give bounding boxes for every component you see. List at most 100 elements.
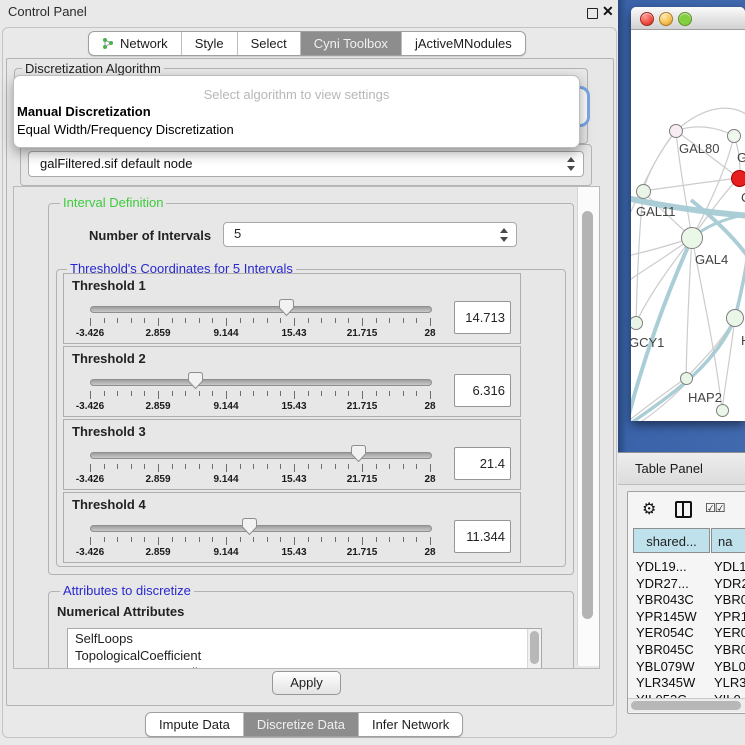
network-node-hap2[interactable]	[680, 372, 693, 385]
tab-discretize-data[interactable]: Discretize Data	[243, 713, 358, 736]
scrollbar-thumb[interactable]	[631, 701, 741, 710]
apply-button[interactable]: Apply	[272, 671, 341, 695]
table-row[interactable]: YBL079WYBL0	[628, 658, 745, 675]
tab-label: Style	[195, 32, 224, 55]
attributes-list-scrollbar[interactable]	[527, 629, 541, 669]
column-header-name[interactable]: na	[711, 528, 745, 553]
cell-shared-name: YBR045C	[636, 641, 694, 658]
table-row[interactable]: YBR043CYBR0	[628, 591, 745, 608]
network-edges	[631, 30, 745, 421]
settings-vertical-scrollbar[interactable]	[577, 187, 599, 666]
slider-thumb[interactable]	[188, 372, 203, 389]
list-item[interactable]: BetweennessCentrality	[75, 665, 208, 669]
tick-mark	[185, 464, 186, 469]
slider-track[interactable]	[90, 379, 432, 386]
network-view-window[interactable]: GAL80GACGAL11GAL4GCY1HHAP2	[631, 7, 745, 421]
table-row[interactable]: YER054CYER0	[628, 624, 745, 641]
settings-viewport: Interval Definition Number of Intervals …	[13, 186, 600, 669]
threshold-value-field[interactable]: 21.4	[454, 447, 511, 480]
network-node-gal80[interactable]	[669, 124, 683, 138]
tick-label: 2.859	[145, 328, 170, 339]
tab-infer-network[interactable]: Infer Network	[358, 713, 462, 736]
column-layout-icon[interactable]	[675, 501, 692, 518]
tab-cyni-toolbox[interactable]: Cyni Toolbox	[300, 32, 401, 55]
tick-mark	[416, 391, 417, 396]
slider-thumb[interactable]	[242, 518, 257, 535]
tick-mark	[389, 318, 390, 323]
list-item[interactable]: SelfLoops	[75, 631, 133, 647]
table-data-combobox[interactable]: galFiltered.sif default node	[28, 151, 584, 177]
slider-thumb[interactable]	[279, 299, 294, 316]
zoom-traffic-light-icon[interactable]	[678, 12, 692, 26]
network-canvas[interactable]: GAL80GACGAL11GAL4GCY1HHAP2	[631, 30, 745, 421]
tick-mark	[294, 537, 295, 545]
network-node-gal4[interactable]	[681, 227, 703, 249]
table-row[interactable]: YDL19...YDL1	[628, 558, 745, 575]
column-header-shared-name[interactable]: shared...	[633, 528, 710, 553]
tab-jactivemnodules[interactable]: jActiveMNodules	[401, 32, 525, 55]
dropdown-item-1[interactable]: Equal Width/Frequency Discretization	[17, 122, 234, 137]
slider-track[interactable]	[90, 452, 432, 459]
tick-mark	[308, 537, 309, 542]
threshold-value-field[interactable]: 6.316	[454, 374, 511, 407]
network-node-h[interactable]	[726, 309, 744, 327]
tick-label: 28	[424, 401, 435, 412]
tick-label: 21.715	[347, 474, 378, 485]
tick-label: 21.715	[347, 401, 378, 412]
threshold-value-field[interactable]: 11.344	[454, 520, 511, 553]
tick-mark	[131, 391, 132, 396]
network-node[interactable]	[716, 404, 729, 417]
list-item[interactable]: TopologicalCoefficient	[75, 648, 201, 664]
table-row[interactable]: YBR045C YBR0	[628, 641, 745, 658]
table-row[interactable]: YPR145WYPR1	[628, 608, 745, 625]
table-row[interactable]: YLR345WYLR3	[628, 674, 745, 691]
cell-name: YBR0	[714, 641, 745, 658]
tick-mark	[144, 391, 145, 396]
threshold-value-field[interactable]: 14.713	[454, 301, 511, 334]
number-of-intervals-value: 5	[234, 226, 241, 241]
tab-select[interactable]: Select	[237, 32, 300, 55]
table-row[interactable]: YDR27...YDR2	[628, 575, 745, 592]
number-of-intervals-spinner[interactable]: 5	[223, 222, 517, 247]
tick-mark	[430, 537, 431, 545]
cell-name: YER0	[714, 624, 745, 641]
cell-shared-name: YLR345W	[636, 674, 695, 691]
tick-mark	[389, 537, 390, 542]
network-node-c[interactable]	[731, 170, 745, 187]
tick-label: 28	[424, 547, 435, 558]
network-window-titlebar[interactable]	[631, 7, 745, 30]
network-node-ga[interactable]	[727, 129, 741, 143]
scrollbar-thumb[interactable]	[582, 211, 593, 619]
gear-icon[interactable]: ⚙	[642, 499, 656, 519]
tick-mark	[416, 537, 417, 542]
dropdown-item-0[interactable]: Manual Discretization	[17, 104, 151, 119]
slider-track[interactable]	[90, 306, 432, 313]
slider-thumb[interactable]	[351, 445, 366, 462]
table-horizontal-scrollbar[interactable]	[628, 698, 745, 712]
tick-mark	[308, 391, 309, 396]
tick-mark	[158, 537, 159, 545]
tab-impute-data[interactable]: Impute Data	[146, 713, 243, 736]
close-icon[interactable]: ✕	[602, 3, 614, 20]
slider-track[interactable]	[90, 525, 432, 532]
tick-mark	[280, 537, 281, 542]
tab-label: jActiveMNodules	[415, 32, 512, 55]
minimize-traffic-light-icon[interactable]	[659, 12, 673, 26]
tick-mark	[212, 464, 213, 469]
checkbox-filter-icon[interactable]: ☑☑	[705, 501, 725, 515]
tick-mark	[321, 464, 322, 469]
tick-mark	[117, 391, 118, 396]
numerical-attributes-list[interactable]: SelfLoopsTopologicalCoefficientBetweenne…	[67, 628, 542, 669]
float-window-icon[interactable]	[587, 8, 598, 19]
tick-label: 21.715	[347, 328, 378, 339]
cell-shared-name: YDL19...	[636, 558, 687, 575]
tab-label: Infer Network	[372, 713, 449, 736]
tab-style[interactable]: Style	[181, 32, 237, 55]
close-traffic-light-icon[interactable]	[640, 12, 654, 26]
tick-label: 2.859	[145, 474, 170, 485]
network-node-gal11[interactable]	[636, 184, 651, 199]
tick-mark	[321, 318, 322, 323]
tab-network[interactable]: Network	[89, 32, 181, 55]
tick-mark	[376, 318, 377, 323]
tick-mark	[212, 537, 213, 542]
